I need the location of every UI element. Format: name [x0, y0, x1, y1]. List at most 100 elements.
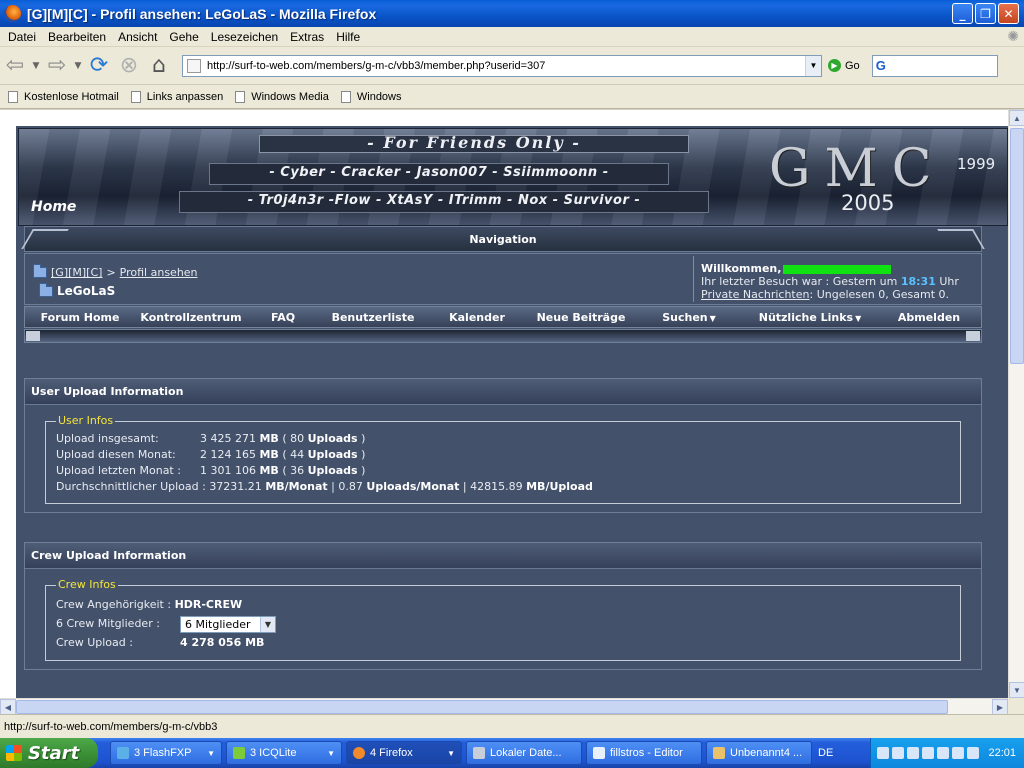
go-button[interactable]: ▶ Go	[828, 59, 860, 72]
url-history-dropdown-icon[interactable]: ▼	[805, 55, 821, 76]
private-messages-link[interactable]: Private Nachrichten	[701, 288, 810, 301]
vertical-scrollbar[interactable]: ▲ ▼	[1008, 110, 1024, 698]
link-kontrollzentrum[interactable]: Kontrollzentrum	[135, 311, 247, 324]
forward-history-dropdown-icon[interactable]: ▼	[72, 51, 84, 81]
start-label: Start	[28, 742, 80, 764]
user-upload-heading: User Upload Information	[25, 379, 981, 405]
start-button[interactable]: Start	[0, 738, 98, 768]
menu-ansicht[interactable]: Ansicht	[112, 30, 163, 44]
throbber-icon: ✺	[1007, 28, 1019, 44]
breadcrumb-profile-link[interactable]: Profil ansehen	[120, 266, 198, 279]
bookmark-page-icon	[340, 90, 351, 103]
scroll-left-arrow-icon[interactable]: ◀	[0, 699, 16, 715]
taskbar-editor[interactable]: fillstros - Editor	[586, 741, 702, 765]
banner-home-link[interactable]: Home	[31, 199, 76, 215]
taskbar-icqlite[interactable]: 3 ICQLite ▼	[226, 741, 342, 765]
tray-app-icon[interactable]	[937, 747, 950, 759]
taskbar-flashfxp[interactable]: 3 FlashFXP ▼	[110, 741, 222, 765]
status-bar: http://surf-to-web.com/members/g-m-c/vbb…	[0, 714, 1024, 738]
link-kalender[interactable]: Kalender	[427, 311, 527, 324]
close-button[interactable]: ✕	[998, 3, 1019, 24]
scroll-down-arrow-icon[interactable]: ▼	[1009, 682, 1024, 698]
link-neue-beitraege[interactable]: Neue Beiträge	[527, 311, 635, 324]
menu-bearbeiten[interactable]: Bearbeiten	[42, 30, 112, 44]
link-suchen[interactable]: Suchen ▼	[635, 311, 743, 324]
last-visit-time: 18:31	[900, 275, 936, 288]
banner-tagline: - For Friends Only -	[367, 133, 581, 152]
address-bar[interactable]: http://surf-to-web.com/members/g-m-c/vbb…	[182, 54, 822, 77]
vertical-scroll-thumb[interactable]	[1010, 128, 1024, 364]
home-icon[interactable]: ⌂	[144, 51, 174, 81]
unit-mb: MB	[259, 464, 279, 477]
maximize-button[interactable]: ❐	[975, 3, 996, 24]
user-upload-body: User Infos Upload insgesamt: 3 425 271 MB…	[25, 405, 981, 512]
taskbar-unbenannt4[interactable]: Unbenannt4 ...	[706, 741, 812, 765]
unit-mb-month: MB/Monat	[265, 480, 328, 493]
bookmark-windows-media[interactable]: Windows Media	[235, 90, 329, 103]
taskbar-lokaler-datentraeger[interactable]: Lokaler Date...	[466, 741, 582, 765]
link-faq[interactable]: FAQ	[247, 311, 319, 324]
link-bar-footer	[24, 329, 982, 343]
drive-icon	[473, 747, 485, 759]
scroll-right-arrow-icon[interactable]: ▶	[992, 699, 1008, 715]
paint-icon	[713, 747, 725, 759]
tray-app-icon[interactable]	[892, 747, 905, 759]
tray-network-icon[interactable]	[907, 747, 920, 759]
scroll-up-arrow-icon[interactable]: ▲	[1009, 110, 1024, 126]
icq-flower-icon	[233, 747, 245, 759]
back-history-dropdown-icon[interactable]: ▼	[30, 51, 42, 81]
bookmark-hotmail[interactable]: Kostenlose Hotmail	[8, 90, 119, 103]
page-icon	[187, 58, 201, 73]
forum-page: - For Friends Only - - Cyber - Cracker -…	[0, 110, 1008, 698]
link-abmelden[interactable]: Abmelden	[877, 311, 981, 324]
navigation-title: Navigation	[469, 232, 537, 246]
breadcrumb-root-link[interactable]: [G][M][C]	[51, 266, 102, 279]
crew-members-select[interactable]: 6 Mitglieder ▼	[180, 615, 276, 633]
search-box[interactable]: G	[871, 54, 998, 77]
stop-icon[interactable]: ⊗	[114, 51, 144, 81]
avg-uploads-per-month: 0.87	[338, 480, 363, 493]
bookmark-label: Windows Media	[251, 90, 329, 103]
menu-gehe[interactable]: Gehe	[163, 30, 204, 44]
chevron-down-icon: ▼	[327, 748, 335, 758]
bookmark-label: Links anpassen	[146, 90, 224, 103]
clock[interactable]: 22:01	[988, 747, 1016, 759]
horizontal-scroll-thumb[interactable]	[16, 700, 948, 714]
upload-total-count: 80	[290, 432, 305, 445]
welcome-box: Willkommen, Ihr letzter Besuch war : Ges…	[701, 262, 959, 301]
url-text[interactable]: http://surf-to-web.com/members/g-m-c/vbb…	[207, 60, 805, 72]
crew-upload-section: Crew Upload Information Crew Infos Crew …	[24, 542, 982, 670]
tray-arrow-icon[interactable]	[877, 747, 890, 759]
tray-app-icon[interactable]	[922, 747, 935, 759]
menu-hilfe[interactable]: Hilfe	[330, 30, 366, 44]
minimize-button[interactable]: _	[952, 3, 973, 24]
horizontal-scrollbar[interactable]: ◀ ▶	[0, 698, 1008, 715]
link-benutzerliste[interactable]: Benutzerliste	[319, 311, 427, 324]
user-infos-fieldset: User Infos Upload insgesamt: 3 425 271 MB…	[45, 413, 961, 504]
menu-lesezeichen[interactable]: Lesezeichen	[205, 30, 284, 44]
bookmark-windows[interactable]: Windows	[340, 90, 402, 103]
forward-arrow-icon[interactable]: ⇨	[42, 51, 72, 81]
link-forum-home[interactable]: Forum Home	[25, 311, 135, 324]
crew-infos-legend: Crew Infos	[58, 578, 116, 591]
breadcrumb-panel: [G][M][C] > Profil ansehen LeGoLaS Willk…	[24, 253, 982, 305]
menu-extras[interactable]: Extras	[284, 30, 330, 44]
upload-month-label: Upload diesen Monat:	[56, 448, 176, 461]
crew-upload-value: 4 278 056 MB	[180, 636, 265, 649]
back-arrow-icon[interactable]: ⇦	[0, 51, 30, 81]
chevron-down-icon: ▼	[207, 748, 215, 758]
upload-last-month-count: 36	[290, 464, 305, 477]
taskbar-firefox[interactable]: 4 Firefox ▼	[346, 741, 462, 765]
navigation-header: Navigation	[21, 226, 985, 252]
window-titlebar[interactable]: [G][M][C] - Profil ansehen: LeGoLaS - Mo…	[0, 0, 1024, 27]
bookmark-label: Kostenlose Hotmail	[24, 90, 119, 103]
language-indicator[interactable]: DE	[818, 747, 833, 759]
bookmark-links-anpassen[interactable]: Links anpassen	[130, 90, 224, 103]
navigation-toolbar: ⇦ ▼ ⇨ ▼ ⟳ ⊗ ⌂ http://surf-to-web.com/mem…	[0, 47, 1024, 85]
upload-total-mb: 3 425 271	[200, 432, 256, 445]
link-nuetzliche-links[interactable]: Nützliche Links ▼	[743, 311, 877, 324]
tray-antivirus-icon[interactable]	[952, 747, 965, 759]
reload-icon[interactable]: ⟳	[84, 51, 114, 81]
menu-datei[interactable]: Datei	[2, 30, 42, 44]
tray-volume-icon[interactable]	[967, 747, 980, 759]
